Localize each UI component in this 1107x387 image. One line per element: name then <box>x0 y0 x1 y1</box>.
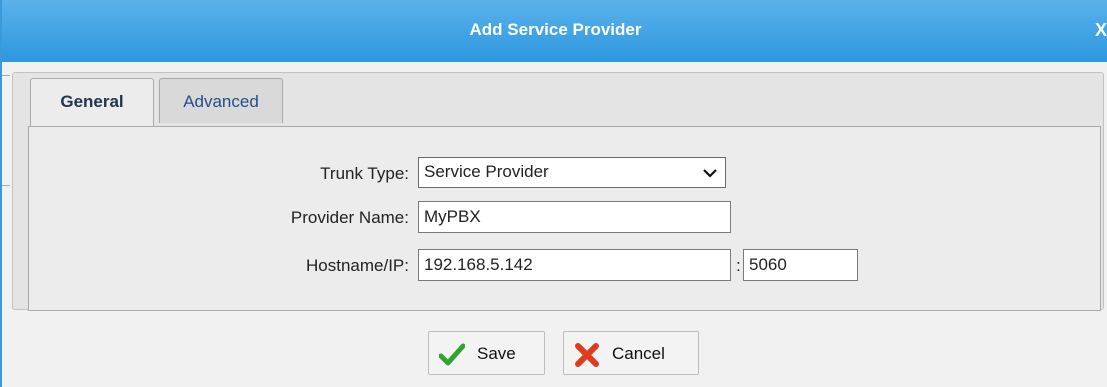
port-separator: : <box>736 256 741 275</box>
checkmark-icon <box>439 343 465 366</box>
trunk-type-value: Service Provider <box>424 162 549 181</box>
save-button-label: Save <box>477 344 516 363</box>
cancel-button[interactable]: Cancel <box>563 331 699 375</box>
divider <box>2 185 10 186</box>
trunk-type-select[interactable]: Service Provider <box>418 157 726 188</box>
tab-general[interactable]: General <box>30 78 154 128</box>
close-button[interactable]: X <box>1095 20 1107 41</box>
general-tab-content: Trunk Type: Service Provider Provider Na… <box>28 126 1101 311</box>
divider <box>2 75 10 76</box>
tab-advanced[interactable]: Advanced <box>159 78 283 123</box>
dialog-title: Add Service Provider <box>469 20 642 39</box>
cancel-button-label: Cancel <box>612 344 665 363</box>
provider-name-label: Provider Name: <box>290 208 409 227</box>
trunk-type-label: Trunk Type: <box>320 164 409 183</box>
save-button[interactable]: Save <box>428 331 545 375</box>
tab-panel: General Advanced Trunk Type: Service Pro… <box>12 72 1104 311</box>
port-input[interactable]: 5060 <box>743 249 858 281</box>
dialog-titlebar: Add Service Provider X <box>2 0 1107 62</box>
provider-name-input[interactable]: MyPBX <box>418 201 731 233</box>
x-mark-icon <box>575 343 599 367</box>
add-service-provider-dialog: Add Service Provider X General Advanced … <box>0 0 1107 387</box>
hostname-input[interactable]: 192.168.5.142 <box>418 249 731 281</box>
chevron-down-icon <box>703 169 717 178</box>
hostname-label: Hostname/IP: <box>306 256 409 275</box>
